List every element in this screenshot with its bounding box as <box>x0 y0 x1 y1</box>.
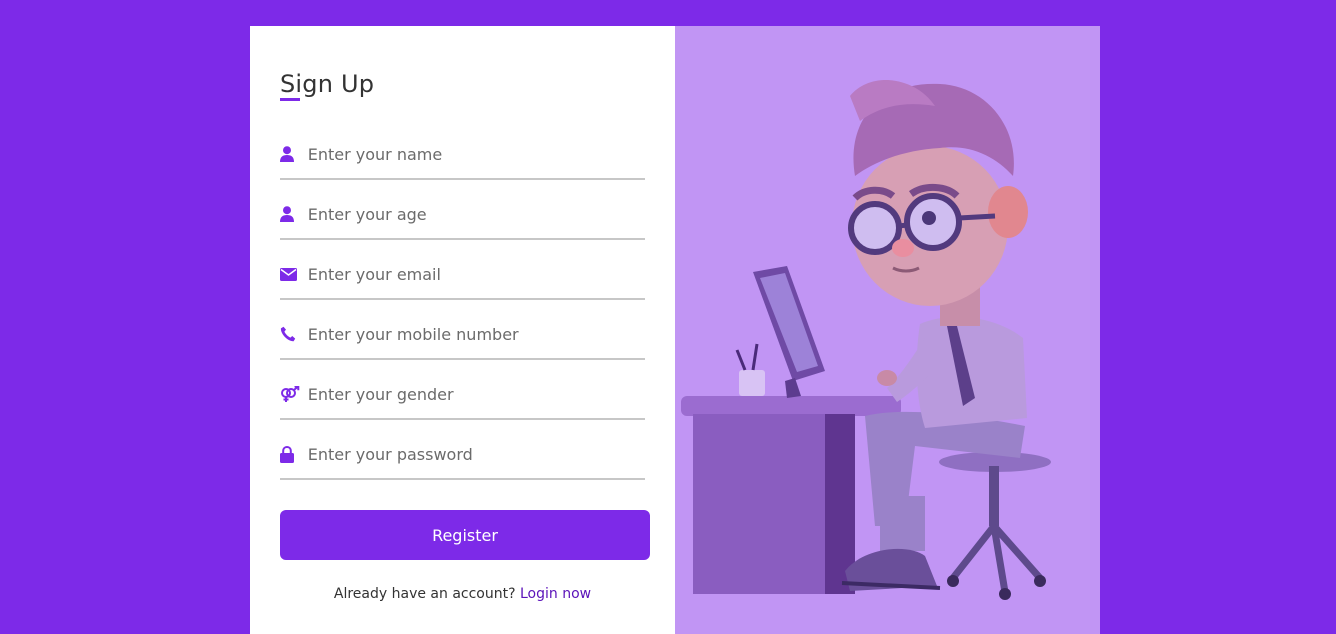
gender-input[interactable] <box>307 370 645 418</box>
mobile-input[interactable] <box>307 310 645 358</box>
name-input[interactable] <box>307 130 645 178</box>
developer-illustration <box>681 79 1051 600</box>
title-underline <box>280 98 300 101</box>
login-prompt-line: Already have an account? Login now <box>280 586 645 602</box>
register-button[interactable]: Register <box>280 510 650 560</box>
signup-form: Sign Up Enter your name Enter your age E… <box>250 26 675 634</box>
mobile-field <box>280 310 645 360</box>
login-prompt-text: Already have an account? <box>333 586 516 602</box>
title-text: Sign Up <box>280 70 375 98</box>
lock-icon <box>280 444 308 464</box>
name-field <box>280 130 645 180</box>
login-now-link[interactable]: Login now <box>520 586 591 602</box>
user-icon <box>280 144 308 164</box>
password-input[interactable] <box>307 430 645 478</box>
input-fields <box>280 130 645 480</box>
password-field <box>280 430 645 480</box>
phone-icon <box>280 324 308 344</box>
signup-card: Sign Up Enter your name Enter your age E… <box>250 26 1100 634</box>
age-input[interactable] <box>307 190 645 238</box>
age-field <box>280 190 645 240</box>
gender-icon <box>280 384 308 404</box>
user-icon <box>280 204 308 224</box>
page-title: Sign Up <box>280 70 645 101</box>
envelope-icon <box>280 264 308 284</box>
email-field <box>280 250 645 300</box>
illustration-panel <box>675 26 1100 634</box>
gender-field <box>280 370 645 420</box>
email-input[interactable] <box>307 250 645 298</box>
